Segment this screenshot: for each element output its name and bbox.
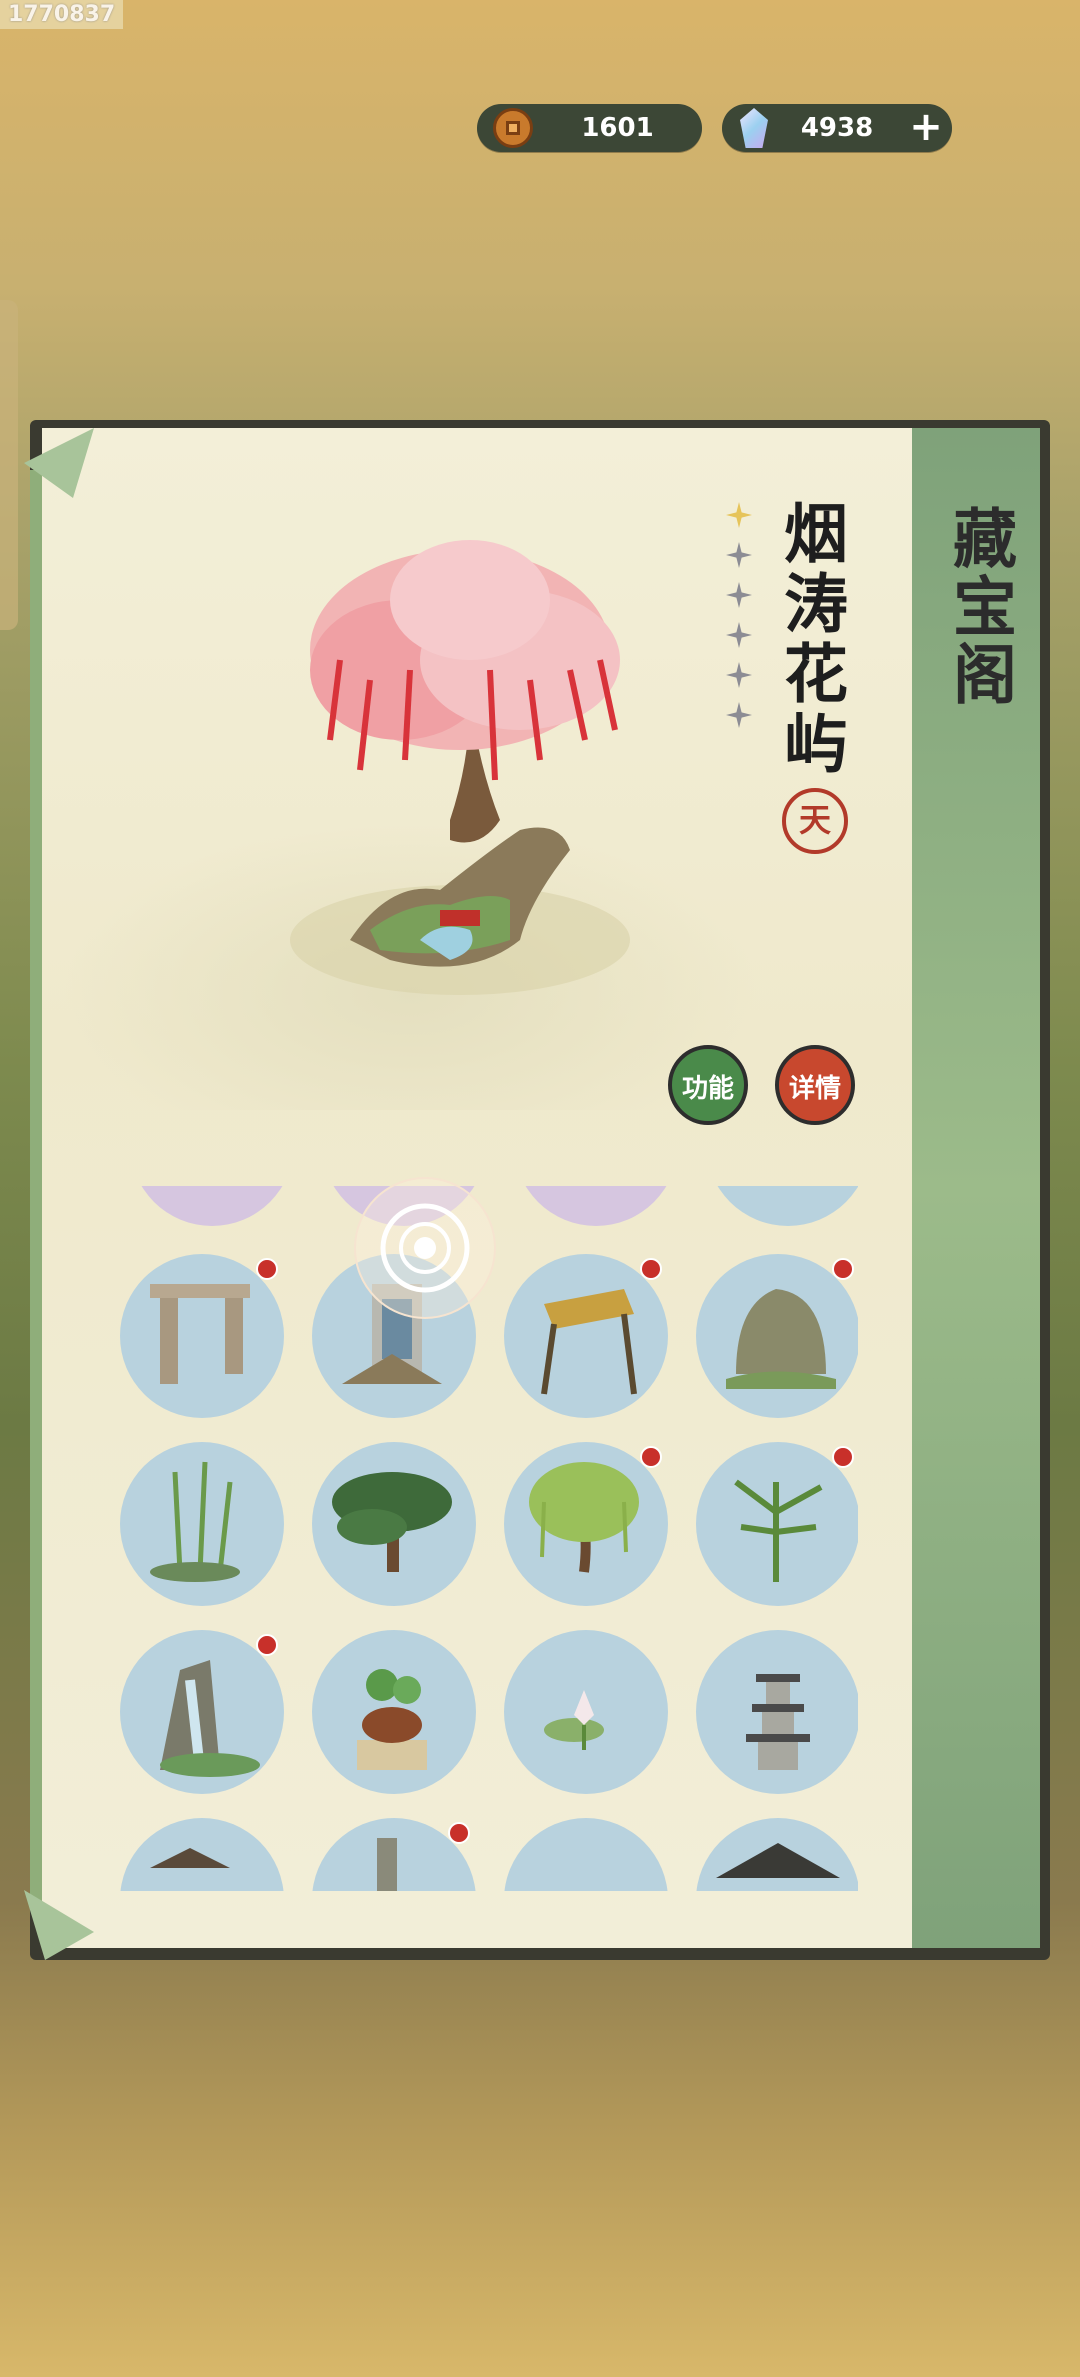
gem-icon bbox=[740, 108, 768, 148]
grid-item[interactable] bbox=[696, 1818, 858, 1891]
new-badge bbox=[832, 1258, 854, 1280]
star-filled-icon bbox=[726, 502, 752, 528]
grid-item-stone-gate[interactable] bbox=[120, 1254, 284, 1418]
grid-item-palm-plant[interactable] bbox=[696, 1442, 858, 1606]
star-empty-icon bbox=[726, 542, 752, 568]
grid-item-thatched-well[interactable] bbox=[504, 1254, 668, 1418]
star-empty-icon bbox=[726, 622, 752, 648]
new-badge bbox=[256, 1258, 278, 1280]
gem-value: 4938 bbox=[800, 113, 874, 143]
tap-indicator-icon bbox=[345, 1168, 505, 1328]
grid-item-pine-tree[interactable] bbox=[312, 1442, 476, 1606]
grid-item-bamboo-grove[interactable] bbox=[120, 1442, 284, 1606]
grid-item[interactable] bbox=[706, 1186, 858, 1226]
grid-item-lotus-pot[interactable] bbox=[312, 1630, 476, 1794]
coin-icon bbox=[493, 108, 533, 148]
star-empty-icon bbox=[726, 702, 752, 728]
new-badge bbox=[640, 1446, 662, 1468]
new-badge bbox=[832, 1446, 854, 1468]
function-button[interactable]: 功能 bbox=[668, 1045, 748, 1125]
new-badge bbox=[640, 1258, 662, 1280]
star-empty-icon bbox=[726, 582, 752, 608]
detail-button[interactable]: 详情 bbox=[775, 1045, 855, 1125]
watermark: 1770837 bbox=[0, 0, 124, 29]
new-badge bbox=[256, 1634, 278, 1656]
grid-item[interactable] bbox=[514, 1186, 678, 1226]
coin-value: 1601 bbox=[581, 113, 654, 143]
panel-title: 藏宝阁 bbox=[942, 505, 1017, 709]
new-badge bbox=[448, 1822, 470, 1844]
add-gems-button[interactable]: + bbox=[906, 107, 946, 148]
grid-item[interactable] bbox=[312, 1818, 476, 1891]
cherry-tree-island bbox=[270, 520, 650, 1020]
grid-item[interactable] bbox=[504, 1818, 668, 1891]
grid-item[interactable] bbox=[120, 1818, 284, 1891]
grade-seal: 天 bbox=[782, 788, 848, 854]
star-empty-icon bbox=[726, 662, 752, 688]
grid-item[interactable] bbox=[130, 1186, 294, 1226]
gem-counter[interactable]: 4938 + bbox=[722, 104, 952, 152]
star-rating bbox=[726, 502, 752, 742]
grid-item-willow-tree[interactable] bbox=[504, 1442, 668, 1606]
grid-item-stone-pagoda[interactable] bbox=[696, 1630, 858, 1794]
coin-counter[interactable]: 1601 bbox=[477, 104, 702, 152]
item-name: 烟涛花屿 bbox=[773, 500, 848, 780]
grid-item-lotus-flower[interactable] bbox=[504, 1630, 668, 1794]
grid-item-waterfall-rock[interactable] bbox=[120, 1630, 284, 1794]
side-drawer-handle[interactable] bbox=[0, 300, 18, 630]
grid-item-moss-rock[interactable] bbox=[696, 1254, 858, 1418]
